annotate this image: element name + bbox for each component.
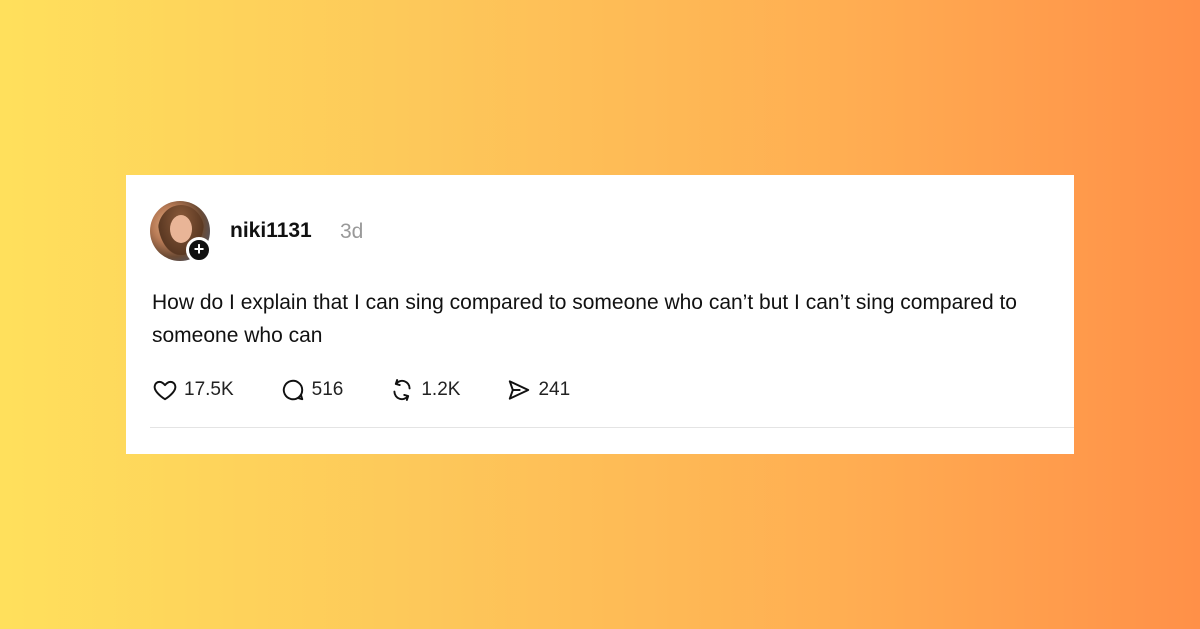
post-text: How do I explain that I can sing compare… <box>152 291 1017 347</box>
share-icon <box>509 380 530 400</box>
username[interactable]: niki1131 <box>230 219 312 243</box>
action-bar: 17.5K 516 1.2K 241 <box>152 375 616 405</box>
divider <box>150 427 1074 428</box>
heart-icon <box>153 380 177 401</box>
repost-count: 1.2K <box>421 379 461 400</box>
repost-icon <box>393 379 411 401</box>
post-time: 3d <box>340 220 364 243</box>
share-count: 241 <box>538 379 571 400</box>
follow-button[interactable]: + <box>186 237 212 263</box>
post-card: + niki1131 3d How do I explain that I ca… <box>126 175 1074 454</box>
share-button[interactable]: 241 <box>506 377 570 403</box>
plus-icon: + <box>193 239 205 259</box>
reply-button[interactable]: 516 <box>280 377 344 403</box>
reply-count: 516 <box>311 379 344 400</box>
comment-icon <box>282 379 303 401</box>
avatar-face <box>170 215 192 243</box>
repost-button[interactable]: 1.2K <box>389 377 460 403</box>
like-count: 17.5K <box>184 379 234 400</box>
like-button[interactable]: 17.5K <box>152 377 234 403</box>
